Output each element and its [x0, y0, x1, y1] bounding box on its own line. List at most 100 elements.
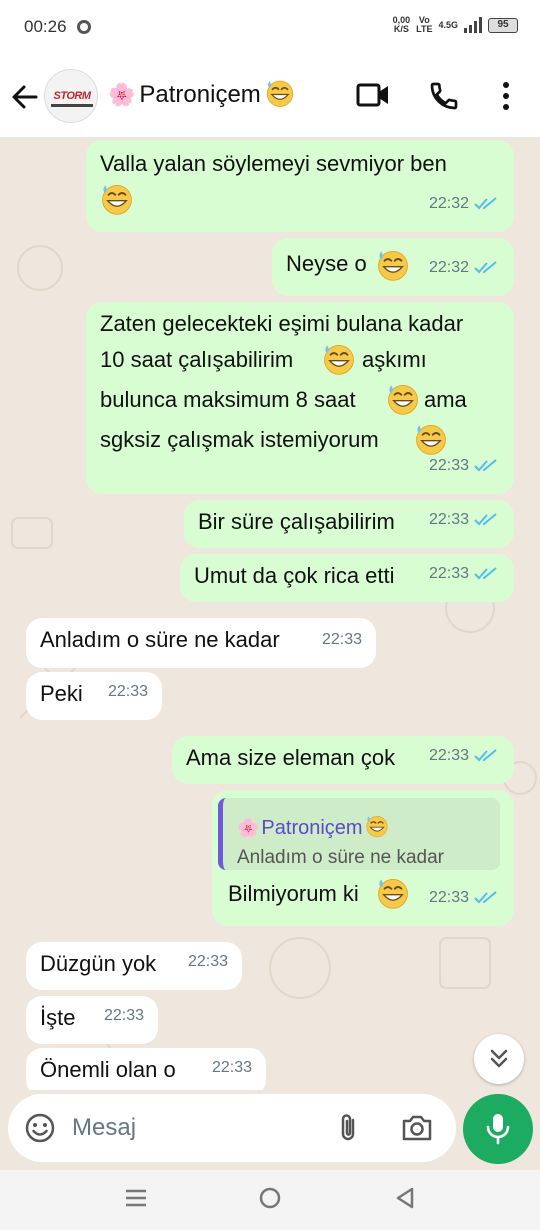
message-text: Anladım o süre ne kadar [40, 627, 280, 652]
status-bar: 00:26 0,00 K/S Vo LTE 4.5G 95 [0, 0, 540, 56]
read-ticks-icon [474, 749, 500, 763]
system-nav-bar [0, 1170, 540, 1230]
message-bubble-incoming[interactable]: Anladım o süre ne kadar 22:33 [26, 618, 376, 668]
message-text: Neyse o [286, 251, 367, 276]
message-bubble-incoming[interactable]: Düzgün yok 22:33 [26, 942, 242, 990]
sweat-smile-emoji-icon [376, 248, 410, 282]
message-text: Düzgün yok [40, 951, 157, 976]
message-input[interactable] [72, 1108, 322, 1148]
sweat-smile-emoji-icon [265, 78, 295, 108]
contact-name-text: Patroniçem [139, 81, 261, 108]
phone-icon[interactable] [428, 80, 460, 112]
quoted-text: Anladım o süre ne kadar [237, 847, 445, 868]
emoji-icon[interactable] [24, 1112, 56, 1144]
message-bubble-outgoing[interactable]: Zaten gelecekteki eşimi bulana kadar 10 … [86, 302, 514, 494]
message-meta: 22:33 [429, 878, 500, 918]
message-text: İşte [40, 1005, 76, 1030]
quoted-message[interactable]: 🌸 Patroniçem Anladım o süre ne kadar [218, 798, 500, 870]
signal-type: 4.5G [438, 19, 458, 30]
message-meta: 22:33 [429, 736, 500, 776]
message-bubble-outgoing[interactable]: Umut da çok rica etti 22:33 [180, 554, 514, 602]
message-text: Ama size eleman çok [186, 745, 396, 770]
message-bubble-incoming[interactable]: Önemli olan o 22:33 [26, 1048, 266, 1090]
message-bubble-outgoing[interactable]: Neyse o 22:32 [272, 238, 514, 296]
flower-emoji: 🌸 [108, 82, 136, 107]
message-bubble-outgoing[interactable]: Bir süre çalışabilirim 22:33 [184, 500, 514, 548]
sweat-smile-emoji-icon [100, 182, 134, 216]
message-bubble-outgoing[interactable]: Ama size eleman çok 22:33 [172, 736, 514, 784]
camera-icon[interactable] [400, 1112, 434, 1144]
back-arrow-icon[interactable] [10, 82, 40, 112]
message-bubble-outgoing-reply[interactable]: 🌸 Patroniçem Anladım o süre ne kadar Bil… [212, 790, 514, 926]
sweat-smile-emoji-icon [386, 382, 420, 416]
avatar-logo-bar [51, 104, 93, 107]
scroll-to-bottom-button[interactable] [474, 1034, 524, 1084]
message-text: 10 saat çalışabilirim [100, 347, 294, 372]
message-meta: 22:33 [104, 996, 144, 1036]
contact-name[interactable]: 🌸 Patroniçem [108, 80, 295, 110]
message-time: 22:33 [428, 511, 469, 528]
message-text: Valla yalan söylemeyi sevmiyor ben [100, 151, 447, 176]
avatar-logo: STORM [53, 90, 91, 102]
volte-indicator: Vo LTE [416, 16, 432, 34]
read-ticks-icon [474, 197, 500, 211]
signal-icon [464, 17, 482, 33]
message-time: 22:33 [187, 953, 228, 970]
network-speed: 0,00 K/S [393, 16, 411, 34]
recents-icon[interactable] [124, 1186, 148, 1210]
speed-unit: K/S [393, 24, 409, 34]
message-meta: 22:33 [429, 500, 500, 540]
message-time: 22:33 [107, 683, 148, 700]
avatar[interactable]: STORM [44, 69, 98, 123]
message-text: ama [424, 387, 467, 412]
read-ticks-icon [474, 459, 500, 473]
message-text: Önemli olan o [40, 1057, 176, 1082]
video-call-icon[interactable] [356, 80, 390, 110]
status-indicators: 0,00 K/S Vo LTE 4.5G 95 [393, 16, 518, 34]
mic-icon [486, 1114, 510, 1145]
attach-icon[interactable] [334, 1112, 364, 1144]
message-time: 22:33 [428, 457, 469, 474]
message-bubble-outgoing[interactable]: Valla yalan söylemeyi sevmiyor ben 22:32 [86, 140, 514, 232]
chat-area[interactable]: Valla yalan söylemeyi sevmiyor ben 22:32… [0, 138, 540, 1090]
message-text: Umut da çok rica etti [194, 563, 395, 588]
sweat-smile-emoji-icon [376, 876, 410, 910]
more-vert-icon[interactable] [500, 80, 512, 112]
double-chevron-down-icon [490, 1049, 508, 1068]
message-meta: 22:33 [108, 672, 148, 712]
read-ticks-icon [474, 891, 500, 905]
read-ticks-icon [474, 567, 500, 581]
message-composer [8, 1094, 456, 1162]
message-text: Bilmiyorum ki [228, 881, 359, 906]
message-meta: 22:32 [429, 248, 500, 288]
home-icon[interactable] [258, 1186, 282, 1210]
back-nav-icon[interactable] [394, 1186, 416, 1210]
chat-header: STORM 🌸 Patroniçem [0, 56, 540, 138]
message-time: 22:33 [428, 565, 469, 582]
message-meta: 22:33 [429, 554, 500, 594]
message-bubble-incoming[interactable]: Peki 22:33 [26, 672, 162, 720]
mic-button[interactable] [463, 1094, 533, 1164]
read-ticks-icon [474, 261, 500, 275]
sweat-smile-emoji-icon [322, 342, 356, 376]
message-time: 22:32 [428, 195, 469, 212]
message-meta: 22:33 [188, 942, 228, 982]
message-time: 22:33 [321, 631, 362, 648]
message-time: 22:33 [428, 889, 469, 906]
message-meta: 22:32 [429, 184, 500, 224]
volte-bottom: LTE [416, 24, 433, 34]
message-time: 22:33 [211, 1059, 252, 1076]
message-bubble-incoming[interactable]: İşte 22:33 [26, 996, 158, 1044]
message-time: 22:32 [428, 259, 469, 276]
chrome-notification-icon [77, 20, 91, 34]
message-meta: 22:33 [322, 620, 362, 660]
message-time: 22:33 [428, 747, 469, 764]
message-meta: 22:33 [212, 1048, 252, 1088]
message-text: bulunca maksimum 8 saat [100, 387, 356, 412]
message-text: Peki [40, 681, 83, 706]
battery-icon: 95 [488, 17, 518, 33]
message-text: sgksiz çalışmak istemiyorum [100, 427, 379, 452]
message-text: Bir süre çalışabilirim [198, 509, 395, 534]
status-time: 00:26 [24, 17, 67, 36]
sweat-smile-emoji-icon [365, 814, 389, 838]
